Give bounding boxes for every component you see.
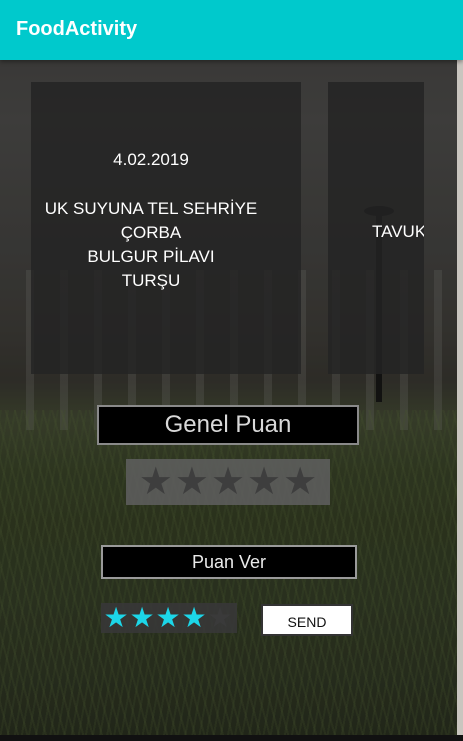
star-icon: ★ [138, 461, 173, 503]
star-icon[interactable]: ★ [181, 603, 207, 633]
menu-card-next[interactable]: TAVUK [328, 82, 424, 374]
menu-card[interactable]: 4.02.2019 UK SUYUNA TEL SEHRİYE ÇORBA BU… [31, 82, 301, 374]
app-bar: FoodActivity [0, 0, 463, 60]
menu-item: TAVUK [372, 222, 424, 241]
star-icon: ★ [283, 461, 318, 503]
star-icon[interactable]: ★ [207, 603, 233, 633]
menu-item: TURŞU [121, 271, 181, 290]
menu-items: TAVUK [328, 220, 424, 244]
menu-item: BULGUR PİLAVI [87, 247, 215, 266]
menu-items: UK SUYUNA TEL SEHRİYE ÇORBA BULGUR PİLAV… [31, 197, 301, 293]
star-icon[interactable]: ★ [155, 603, 181, 633]
overall-rating-label: Genel Puan [97, 405, 359, 445]
app-title: FoodActivity [16, 18, 138, 40]
right-edge-strip [457, 60, 463, 741]
star-icon: ★ [247, 461, 282, 503]
send-button[interactable]: SEND [261, 604, 353, 636]
menu-item: ÇORBA [120, 223, 182, 242]
menu-date: 4.02.2019 [113, 150, 189, 169]
menu-item: UK SUYUNA TEL SEHRİYE [44, 199, 258, 218]
bottom-bar [0, 735, 463, 741]
give-rating-label: Puan Ver [101, 545, 357, 579]
star-icon: ★ [174, 461, 209, 503]
star-icon: ★ [210, 461, 246, 503]
star-icon[interactable]: ★ [103, 603, 129, 633]
food-activity-screen: FoodActivity 4.02.2019 UK SUYUNA TEL SEH… [0, 0, 463, 741]
user-rating-bar[interactable]: ★ ★ ★ ★ ★ [101, 603, 237, 633]
star-icon[interactable]: ★ [129, 603, 155, 633]
overall-rating-bar: ★ ★ ★ ★ ★ [126, 459, 330, 505]
